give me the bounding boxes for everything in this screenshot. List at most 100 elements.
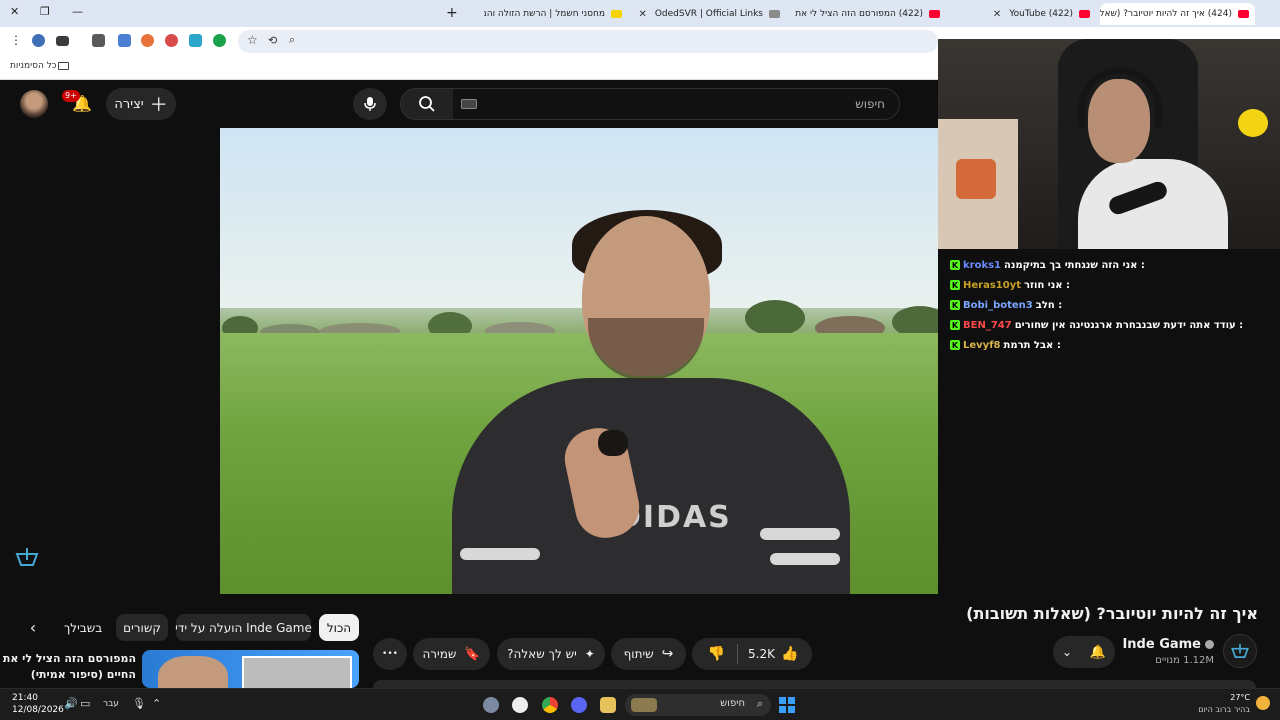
youtube-tab-icon (1238, 10, 1249, 18)
restore-window-icon[interactable]: ❐ (40, 5, 50, 18)
webcam-lamp (956, 159, 996, 199)
settings-icon[interactable] (483, 697, 499, 713)
tab-famous-video[interactable]: (422) המפורסם הזה הציל לי את ✕ (790, 3, 940, 25)
next-video-title-line1[interactable]: המפורסם הזה הציל לי את (3, 652, 136, 665)
close-tab-icon[interactable]: ✕ (638, 9, 646, 20)
subscription-bell-button[interactable]: ⌄ 🔔 (1053, 636, 1115, 668)
tab-youtube[interactable]: (422) YouTube ✕ (950, 3, 1090, 25)
kick-badge-icon: K (950, 320, 960, 330)
save-button[interactable]: 🔖 שמירה (413, 638, 490, 670)
tab-electric-store[interactable]: מחסני חשמל | הרשת הזולה והמ (484, 3, 622, 25)
extension-icon[interactable] (118, 34, 131, 47)
network-icon[interactable]: ▭ (80, 697, 90, 710)
save-label: שמירה (422, 647, 457, 661)
chip-related[interactable]: קשורים (116, 614, 168, 641)
kick-badge-icon: K (950, 260, 960, 270)
extension-icon[interactable] (165, 34, 178, 47)
create-label: יצירה (114, 96, 144, 112)
close-tab-icon[interactable]: ✕ (993, 9, 1001, 20)
weather-widget[interactable]: 27°C בהיר ברוב היום (1196, 692, 1276, 718)
video-player[interactable]: DIDAS (220, 128, 1050, 594)
notifications-button[interactable]: 🔔 9+ (62, 90, 94, 118)
store-tab-icon (611, 10, 622, 18)
chip-all[interactable]: הכול (319, 614, 359, 641)
tab-title: מחסני חשמל | הרשת הזולה והמ (484, 9, 605, 19)
microphone-tray-icon[interactable]: 🎙 (132, 697, 146, 710)
search-placeholder: חיפוש (855, 97, 885, 111)
new-tab-button[interactable]: + (446, 5, 458, 21)
avatar[interactable] (20, 90, 48, 118)
taskbar-search-label: חיפוש (720, 698, 745, 709)
channel-watermark-icon (14, 544, 40, 570)
youtube-tab-icon (929, 10, 940, 18)
tray-chevron-up-icon[interactable]: ⌃ (152, 697, 161, 710)
microphone-icon (364, 97, 376, 111)
channel-name-row[interactable]: Inde Game (1110, 636, 1214, 652)
media-icon[interactable] (56, 36, 69, 46)
search-icon (419, 96, 435, 112)
taskbar-search[interactable]: ⌕ חיפוש (625, 694, 771, 716)
chips-next-button[interactable]: ‹ (20, 614, 46, 641)
bookmark-star-icon[interactable]: ☆ (247, 33, 258, 47)
channel-name[interactable]: Inde Game (1122, 637, 1201, 652)
more-actions-button[interactable]: ••• (373, 638, 407, 670)
like-button[interactable]: 👍 5.2K (738, 646, 808, 662)
voice-search-button[interactable] (353, 88, 387, 120)
clock-date[interactable]: 12/08/2026 (12, 705, 64, 715)
chip-for-you[interactable]: בשבילך (58, 614, 108, 641)
ask-label: יש לך שאלה? (507, 647, 577, 661)
chat-text: אני חוזר : (1024, 279, 1071, 291)
minimize-window-icon[interactable]: — (72, 5, 83, 18)
dislike-button[interactable]: 👎 (696, 646, 737, 662)
next-video-thumbnail[interactable] (142, 650, 359, 688)
next-video-title-line2[interactable]: החיים (סיפור אמיתי) (12, 668, 136, 681)
sparkle-icon: ✦ (584, 647, 595, 661)
search-icon: ⌕ (756, 697, 763, 710)
language-indicator[interactable]: עבר (103, 699, 119, 709)
obs-icon[interactable] (512, 697, 528, 713)
extension-icon[interactable] (189, 34, 202, 47)
extension-icon[interactable] (213, 34, 226, 47)
weather-icon (1256, 696, 1270, 710)
profile-icon[interactable] (32, 34, 45, 47)
channel-avatar[interactable] (1223, 634, 1257, 668)
chip-uploaded-by[interactable]: הועלה על ידי Inde Game (175, 614, 312, 641)
chat-text: אבל תרמת : (1003, 339, 1061, 351)
chrome-icon[interactable] (542, 697, 558, 713)
omnibox[interactable]: ☆ ⟲ ⌕ (238, 30, 938, 53)
chat-message: K Heras10yt אני חוזר : (950, 277, 1070, 293)
chat-username: BEN_747 (963, 319, 1012, 331)
start-button[interactable] (779, 697, 795, 713)
kick-badge-icon: K (950, 340, 960, 350)
file-explorer-icon[interactable] (600, 697, 616, 713)
tab-title: OdedSVR | Official Links (654, 9, 763, 19)
like-count: 5.2K (748, 647, 775, 661)
chat-text: חלב : (1035, 299, 1063, 311)
extensions-icon[interactable] (92, 34, 105, 47)
search-button[interactable] (400, 88, 454, 120)
close-window-icon[interactable]: ✕ (10, 5, 19, 18)
taskbar: 27°C בהיר ברוב היום ⌕ חיפוש ⌃ 🎙 עבר 🔊 ▭ … (0, 688, 1280, 720)
streamer-webcam (938, 39, 1280, 249)
windows-logo-icon (788, 706, 795, 713)
zoom-icon[interactable]: ⌕ (289, 33, 295, 47)
tab-official-links[interactable]: OdedSVR | Official Links ✕ (630, 3, 780, 25)
shirt-stripe (770, 553, 840, 565)
create-button[interactable]: ＋ יצירה (106, 88, 176, 120)
weather-desc: בהיר ברוב היום (1198, 705, 1250, 714)
tab-active[interactable]: (424) איך זה להיות יוטיובר? (שאלות ✕ (1100, 3, 1255, 25)
more-icon: ••• (382, 649, 398, 659)
translate-icon[interactable]: ⟲ (268, 34, 277, 47)
tab-title: (422) המפורסם הזה הציל לי את (795, 9, 923, 19)
share-button[interactable]: ↪ שיתוף (611, 638, 686, 670)
extension-icon[interactable] (141, 34, 154, 47)
ask-question-button[interactable]: ✦ יש לך שאלה? (497, 638, 605, 670)
search-input[interactable]: חיפוש (453, 88, 900, 120)
speaker-icon[interactable]: 🔊 (64, 697, 78, 710)
discord-icon[interactable] (571, 697, 587, 713)
all-bookmarks[interactable]: כל הסימניות (10, 61, 57, 71)
menu-icon[interactable]: ⋮ (10, 33, 22, 47)
clock-time[interactable]: 21:40 (12, 693, 38, 703)
keyboard-icon[interactable] (461, 99, 477, 109)
weather-temp: 27°C (1230, 693, 1250, 702)
